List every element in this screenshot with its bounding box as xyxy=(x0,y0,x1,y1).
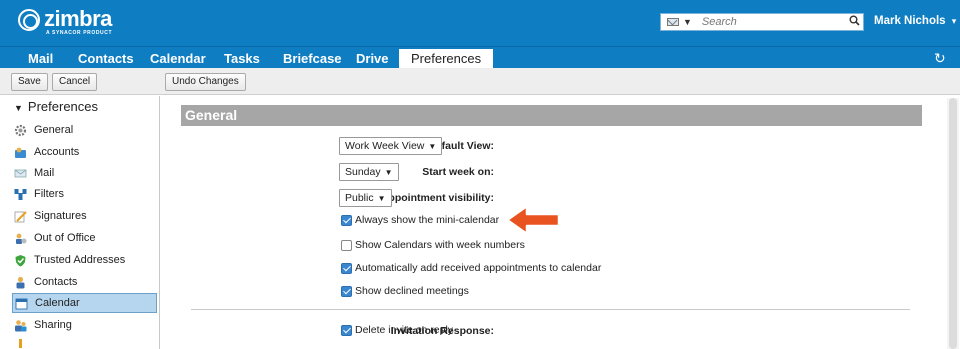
sidebar-item-trusted-addresses[interactable]: Trusted Addresses xyxy=(12,250,157,270)
sidebar-item-label: Sharing xyxy=(34,319,72,331)
sidebar-item-signatures[interactable]: Signatures xyxy=(12,206,157,226)
top-bar: zimbra A SYNACOR PRODUCT ▼ Mark Nichols … xyxy=(0,0,960,46)
appointment-visibility-select[interactable]: Public ▼ xyxy=(339,189,392,207)
default-view-select[interactable]: Work Week View ▼ xyxy=(339,137,443,155)
gear-icon xyxy=(14,124,27,137)
chevron-down-icon: ▼ xyxy=(428,142,437,151)
sidebar-item-label: Mail xyxy=(34,167,55,179)
sidebar-item-label: Calendar xyxy=(35,297,80,309)
calendar-icon xyxy=(15,297,28,310)
mail-icon xyxy=(14,167,27,180)
sidebar-item-calendar[interactable]: Calendar xyxy=(12,293,157,313)
sidebar-item-out-of-office[interactable]: Out of Office xyxy=(12,228,157,248)
sidebar-item-label: Trusted Addresses xyxy=(34,254,126,266)
chevron-down-icon: ▼ xyxy=(683,17,692,27)
start-week-value: Sunday xyxy=(345,166,381,178)
accounts-icon xyxy=(14,146,27,159)
undo-changes-button[interactable]: Undo Changes xyxy=(165,73,246,91)
appointment-visibility-value: Public xyxy=(345,192,374,204)
sidebar-item-sharing[interactable]: Sharing xyxy=(12,315,157,335)
mini-calendar-checkbox[interactable] xyxy=(341,214,352,226)
sidebar-item-general[interactable]: General xyxy=(12,120,157,140)
brand-tagline: A SYNACOR PRODUCT xyxy=(46,30,113,36)
refresh-icon[interactable]: ↻ xyxy=(934,50,946,67)
tab-briefcase[interactable]: Briefcase xyxy=(283,50,342,69)
callout-arrow-icon xyxy=(505,204,561,236)
delete-invite-label: Delete invite on reply xyxy=(355,324,454,336)
preferences-sidebar: ▼ Preferences General Accounts Mail Filte… xyxy=(0,96,160,349)
out-of-office-icon xyxy=(14,232,27,245)
search-input[interactable] xyxy=(697,16,845,28)
tab-mail[interactable]: Mail xyxy=(28,50,53,69)
save-button[interactable]: Save xyxy=(11,73,48,91)
user-menu[interactable]: Mark Nichols ▾ xyxy=(874,15,956,27)
sidebar-item-label: Filters xyxy=(34,188,64,200)
mini-calendar-option[interactable]: Always show the mini-calendar xyxy=(341,214,499,226)
sidebar-item-filters[interactable]: Filters xyxy=(12,184,157,204)
sidebar-item-accounts[interactable]: Accounts xyxy=(12,142,157,162)
user-name: Mark Nichols xyxy=(874,15,946,27)
cancel-button[interactable]: Cancel xyxy=(52,73,98,91)
scrollbar-thumb[interactable] xyxy=(949,98,957,349)
mail-type-icon xyxy=(667,18,679,26)
delete-invite-checkbox[interactable] xyxy=(341,324,352,336)
week-numbers-checkbox[interactable] xyxy=(341,239,352,251)
collapse-triangle-icon[interactable]: ▼ xyxy=(14,103,23,113)
auto-add-appointments-option[interactable]: Automatically add received appointments … xyxy=(341,262,601,274)
chevron-down-icon: ▼ xyxy=(384,168,393,177)
sidebar-item-mail[interactable]: Mail xyxy=(12,163,157,183)
notifications-icon xyxy=(14,339,27,349)
sharing-icon xyxy=(14,319,27,332)
search-type-dropdown[interactable]: ▼ xyxy=(661,14,698,30)
sidebar-item-label: Signatures xyxy=(34,210,87,222)
declined-meetings-label: Show declined meetings xyxy=(355,285,469,297)
week-numbers-label: Show Calendars with week numbers xyxy=(355,239,525,251)
tab-calendar[interactable]: Calendar xyxy=(150,50,206,69)
delete-invite-option[interactable]: Delete invite on reply xyxy=(341,324,453,336)
sidebar-item-label: Out of Office xyxy=(34,232,96,244)
tab-drive[interactable]: Drive xyxy=(356,50,389,69)
toolbar: Save Cancel Undo Changes xyxy=(0,68,960,95)
brand-name: zimbra xyxy=(44,6,112,31)
tab-tasks[interactable]: Tasks xyxy=(224,50,260,69)
sidebar-item-label: Accounts xyxy=(34,146,80,158)
mini-calendar-label: Always show the mini-calendar xyxy=(355,214,500,226)
tab-contacts[interactable]: Contacts xyxy=(78,50,134,69)
tab-preferences[interactable]: Preferences xyxy=(399,49,494,70)
zimbra-logo[interactable]: zimbra A SYNACOR PRODUCT xyxy=(18,6,113,36)
section-divider xyxy=(191,309,910,310)
vertical-scrollbar[interactable] xyxy=(947,98,959,349)
chevron-down-icon: ▼ xyxy=(377,194,386,203)
signature-icon xyxy=(14,210,27,223)
start-week-label: Start week on: xyxy=(422,166,494,178)
filters-icon xyxy=(14,188,27,201)
contact-icon xyxy=(14,276,27,289)
preferences-tree-root[interactable]: ▼ Preferences xyxy=(14,99,98,114)
section-header-general: General xyxy=(181,105,922,126)
app-tabs: Mail Contacts Calendar Tasks Briefcase D… xyxy=(0,46,960,70)
sidebar-item-contacts[interactable]: Contacts xyxy=(12,272,157,292)
declined-meetings-option[interactable]: Show declined meetings xyxy=(341,285,469,297)
sidebar-item-label: Contacts xyxy=(34,276,78,288)
tree-root-label: Preferences xyxy=(27,99,99,114)
search-icon[interactable] xyxy=(845,15,863,29)
sidebar-item-label: General xyxy=(34,124,74,136)
search-box: ▼ xyxy=(660,13,864,31)
auto-add-appointments-label: Automatically add received appointments … xyxy=(355,262,602,274)
auto-add-appointments-checkbox[interactable] xyxy=(341,262,352,274)
start-week-select[interactable]: Sunday ▼ xyxy=(339,163,399,181)
zimbra-logo-mark-icon xyxy=(18,9,40,31)
sidebar-item-notifications-partial[interactable] xyxy=(12,339,157,349)
week-numbers-option[interactable]: Show Calendars with week numbers xyxy=(341,239,525,251)
chevron-down-icon: ▾ xyxy=(951,16,957,26)
declined-meetings-checkbox[interactable] xyxy=(341,285,352,297)
shield-icon xyxy=(14,254,27,267)
default-view-value: Work Week View xyxy=(345,140,425,152)
